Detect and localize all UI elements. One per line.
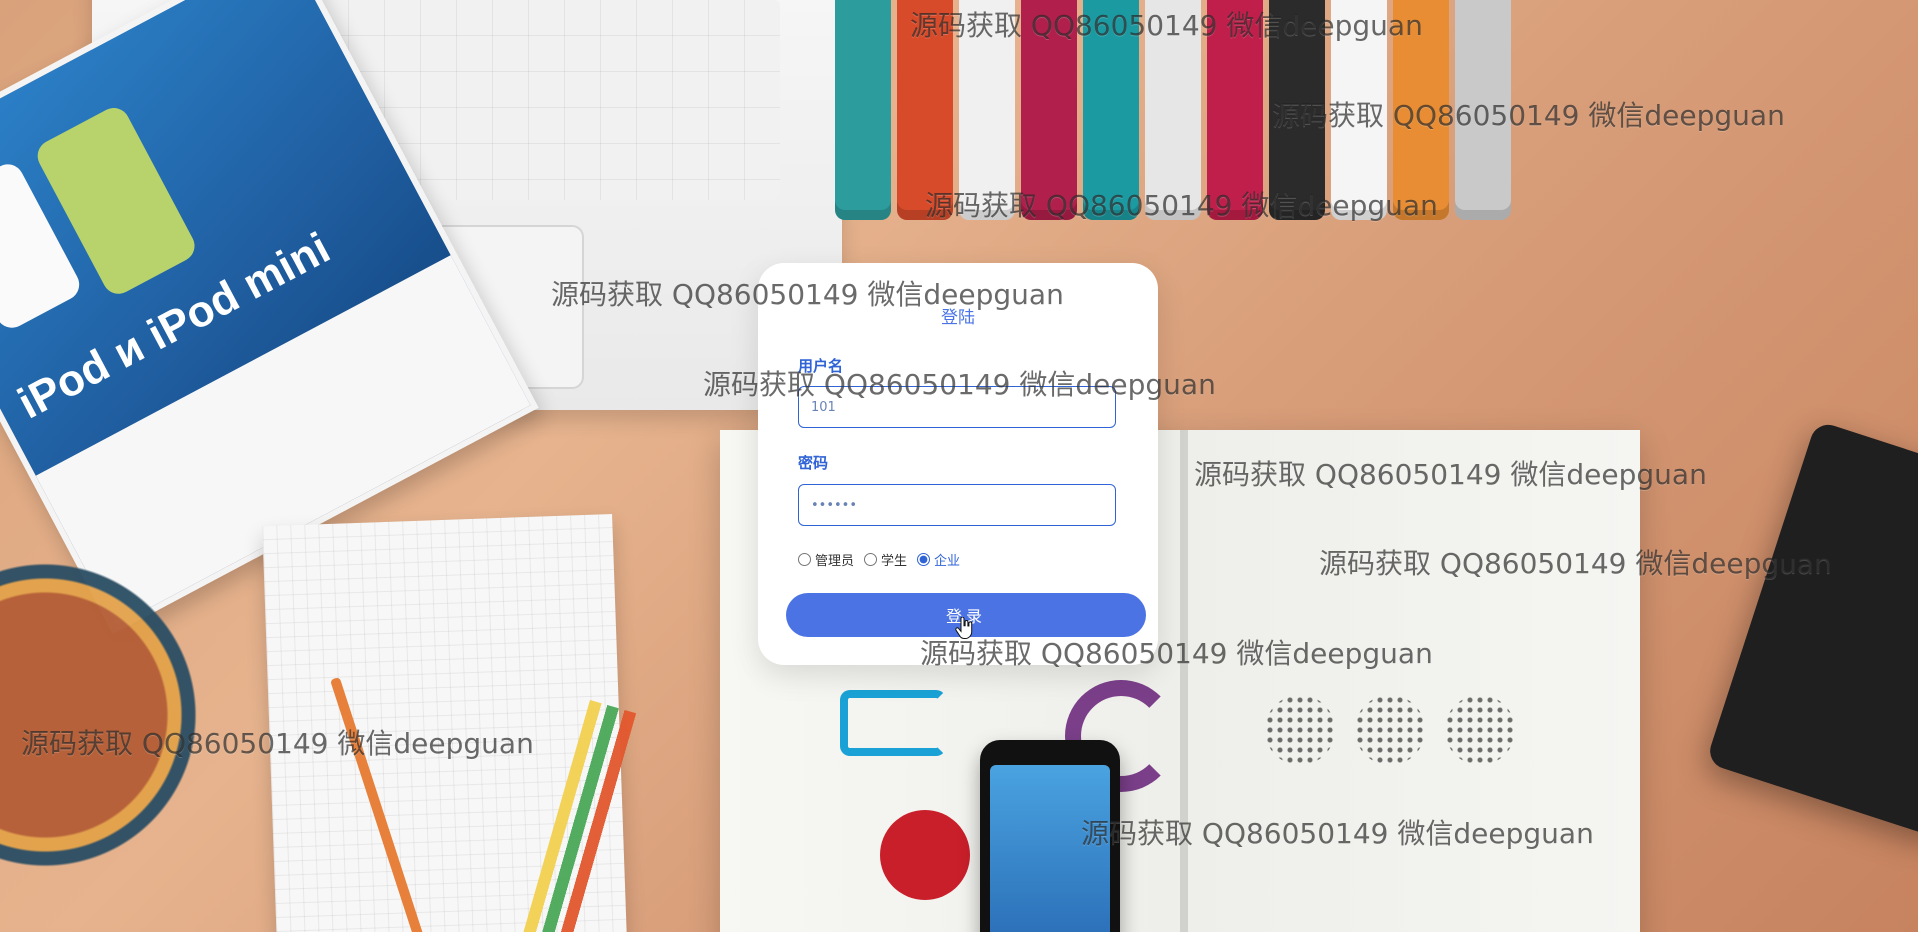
doily-image [0,550,210,880]
login-title: 登陆 [941,308,975,328]
conedison-logo-image [840,690,946,756]
dark-device-image [1705,420,1918,840]
login-card: 登陆 用户名 密码 管理员 学生 企业 登录 [758,263,1158,665]
role-radio-admin[interactable] [798,553,811,566]
phone-image [980,740,1120,932]
password-label: 密码 [798,454,829,472]
role-label-company: 企业 [934,554,961,569]
username-input[interactable] [798,386,1116,428]
lg-logo-image [880,810,970,900]
book-stack-image [835,0,1555,220]
role-option-student[interactable]: 学生 [864,550,907,569]
role-label-admin: 管理员 [815,554,855,569]
dot-pattern-image [1265,695,1335,765]
role-radio-company[interactable] [917,553,931,566]
password-input[interactable] [798,484,1116,526]
phone-screen [990,765,1110,932]
login-page: iPod и iPod mini 登陆 用户名 密码 [0,0,1918,932]
role-option-admin[interactable]: 管理员 [798,550,854,569]
dot-pattern-image [1445,695,1515,765]
login-button[interactable]: 登录 [786,593,1146,637]
role-selector: 管理员 学生 企业 [798,550,970,569]
role-option-company[interactable]: 企业 [917,550,960,569]
dot-pattern-image [1355,695,1425,765]
username-label: 用户名 [798,357,844,375]
role-label-student: 学生 [881,554,908,569]
role-radio-student[interactable] [864,553,878,566]
book-spine [1180,430,1188,932]
